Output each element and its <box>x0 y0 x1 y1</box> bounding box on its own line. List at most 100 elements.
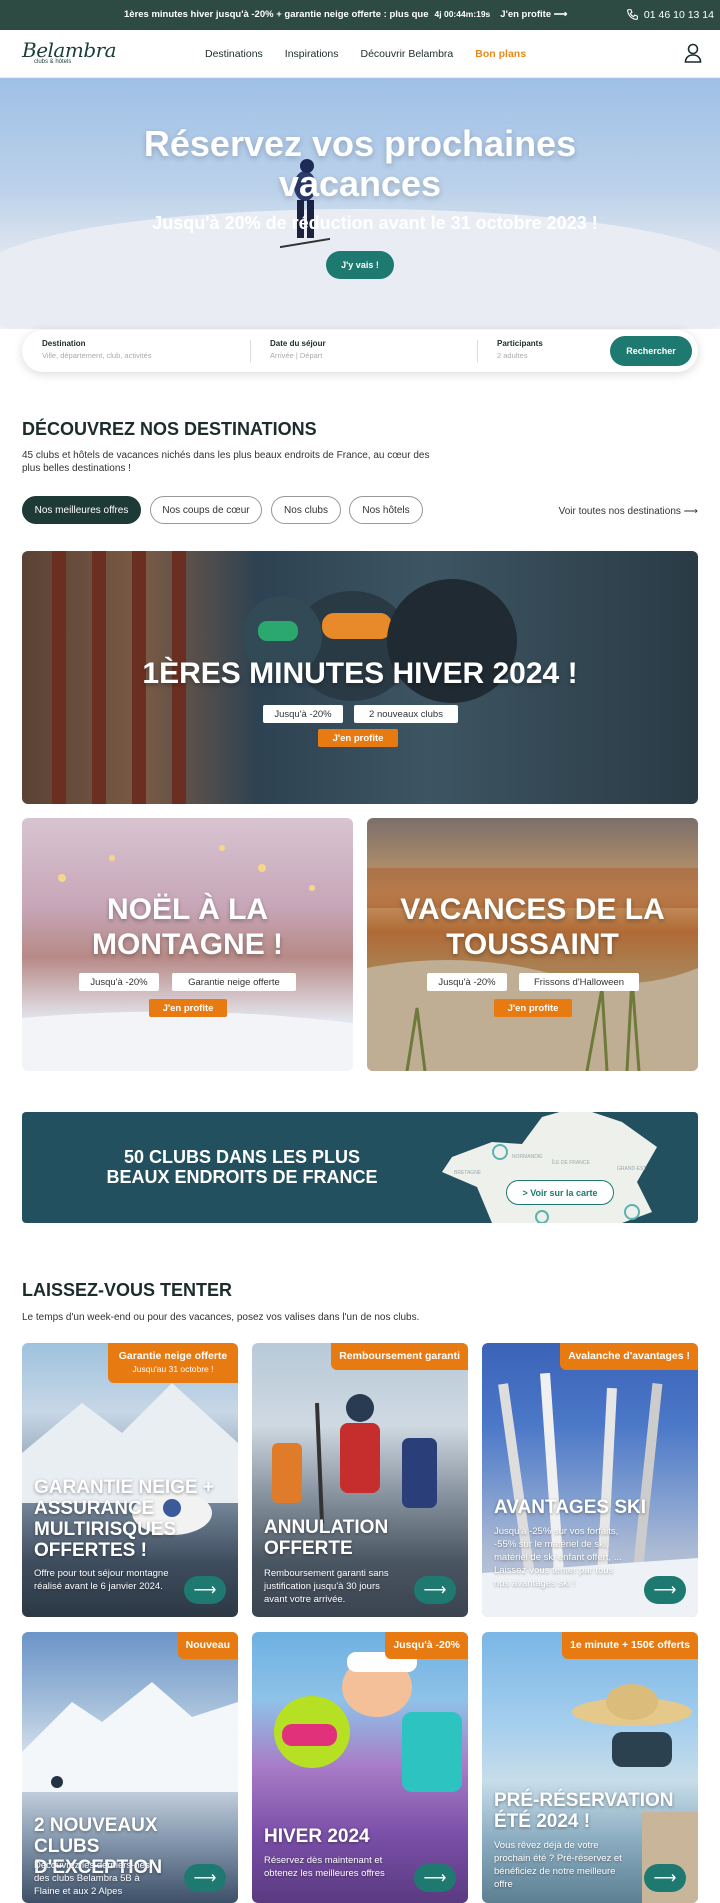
offer-title: GARANTIE NEIGE + ASSURANCE MULTIRISQUES … <box>34 1477 214 1561</box>
nav-destinations[interactable]: Destinations <box>205 48 263 60</box>
offer-description: Offre pour tout séjour montagne réalisé … <box>34 1568 169 1592</box>
offer-card-winter-2024[interactable]: Jusqu'à -20% HIVER 2024 Réservez dès mai… <box>252 1632 468 1903</box>
arrow-right-icon[interactable]: ⟶ <box>644 1864 686 1892</box>
offer-description: Remboursement garanti sans justification… <box>264 1568 389 1605</box>
offer-badge-text: Remboursement garanti <box>339 1350 460 1362</box>
map-region-normandie: NORMANDIE <box>512 1154 543 1160</box>
account-button[interactable] <box>684 43 702 68</box>
participants-label: Participants <box>497 339 543 348</box>
brand-logo[interactable]: Belambra clubs & hôtels <box>22 38 117 65</box>
map-region-idf: ÎLE DE FRANCE <box>551 1159 590 1166</box>
promo-card-winter[interactable]: 1ÈRES MINUTES HIVER 2024 ! Jusqu'à -20% … <box>22 551 698 804</box>
filter-best-offers[interactable]: Nos meilleures offres <box>22 496 141 524</box>
nav-discover[interactable]: Découvrir Belambra <box>360 48 453 60</box>
hero-title: Réservez vos prochaines vacances <box>143 123 577 204</box>
see-all-destinations-link[interactable]: Voir toutes nos destinations ⟶ <box>559 506 698 517</box>
offer-description: Découvrez les derniers-nés des clubs Bel… <box>34 1860 150 1897</box>
card-toussaint-title: VACANCES DE LA TOUSSAINT <box>400 893 665 961</box>
tempt-title: LAISSEZ-VOUS TENTER <box>22 1280 233 1300</box>
card-winter-cta[interactable]: J'en profite <box>318 729 398 747</box>
arrow-right-icon[interactable]: ⟶ <box>184 1576 226 1604</box>
offer-badge-text: 1e minute + 150€ offerts <box>570 1639 690 1651</box>
main-nav: Destinations Inspirations Découvrir Bela… <box>205 48 526 60</box>
offer-card-cancellation[interactable]: Remboursement garanti ANNULATION OFFERTE… <box>252 1343 468 1617</box>
card-toussaint-cta[interactable]: J'en profite <box>494 999 572 1017</box>
promo-text: 1ères minutes hiver jusqu'à -20% + garan… <box>124 9 567 20</box>
hero-banner: Réservez vos prochaines vacances Jusqu'à… <box>0 78 720 329</box>
tempt-subtitle: Le temps d'un week-end ou pour des vacan… <box>22 1312 420 1323</box>
view-map-button[interactable]: > Voir sur la carte <box>506 1180 614 1205</box>
map-banner-title: 50 CLUBS DANS LES PLUS BEAUX ENDROITS DE… <box>106 1147 378 1187</box>
offer-description: Réservez dès maintenant et obtenez les m… <box>264 1855 385 1879</box>
offer-badge: Nouveau <box>177 1632 238 1659</box>
destination-field[interactable]: Destination Ville, département, club, ac… <box>42 339 242 360</box>
arrow-right-icon[interactable]: ⟶ <box>644 1576 686 1604</box>
card-toussaint-tag-halloween: Frissons d'Halloween <box>519 973 639 991</box>
destinations-title: DÉCOUVREZ NOS DESTINATIONS <box>22 419 317 439</box>
offer-badge-text: Garantie neige offerte <box>118 1350 228 1362</box>
destination-placeholder: Ville, département, club, activités <box>42 351 152 360</box>
arrow-right-icon[interactable]: ⟶ <box>414 1576 456 1604</box>
offer-badge-text: Avalanche d'avantages ! <box>568 1350 690 1362</box>
offer-badge: Garantie neige offerte Jusqu'au 31 octobr… <box>108 1343 238 1383</box>
destinations-subtitle: 45 clubs et hôtels de vacances nichés da… <box>22 450 430 474</box>
main-header: Belambra clubs & hôtels Destinations Ins… <box>0 30 720 78</box>
card-toussaint-tag-discount: Jusqu'à -20% <box>427 973 507 991</box>
filter-hotels[interactable]: Nos hôtels <box>349 496 423 524</box>
hero-subtitle: Jusqu'à 20% de réduction avant le 31 oct… <box>152 213 598 233</box>
user-icon <box>684 43 702 63</box>
phone-link[interactable]: 01 46 10 13 14 <box>626 8 714 21</box>
hero-cta-button[interactable]: J'y vais ! <box>326 251 394 279</box>
destination-label: Destination <box>42 339 86 348</box>
search-button[interactable]: Rechercher <box>610 336 692 366</box>
card-christmas-title: NOËL À LA MONTAGNE ! <box>91 893 284 961</box>
offer-title: PRÉ-RÉSERVATION ÉTÉ 2024 ! <box>494 1790 674 1832</box>
countdown-timer: 4j 00:44m:19s <box>434 9 491 19</box>
offer-card-ski-perks[interactable]: Avalanche d'avantages ! AVANTAGES SKI Ju… <box>482 1343 698 1617</box>
date-placeholder: Arrivée | Départ <box>270 351 323 360</box>
phone-icon <box>627 9 638 20</box>
offer-card-new-clubs[interactable]: Nouveau 2 NOUVEAUX CLUBS D'EXCEPTION Déc… <box>22 1632 238 1903</box>
offer-description: Vous rêvez déjà de votre prochain été ? … <box>494 1840 622 1890</box>
filter-clubs[interactable]: Nos clubs <box>271 496 341 524</box>
promo-card-christmas[interactable]: NOËL À LA MONTAGNE ! Jusqu'à -20% Garant… <box>22 818 353 1071</box>
offer-title: HIVER 2024 <box>264 1826 370 1847</box>
participants-field[interactable]: Participants 2 adultes <box>497 339 597 360</box>
promo-message: 1ères minutes hiver jusqu'à -20% + garan… <box>124 9 429 20</box>
offer-badge-text: Nouveau <box>185 1639 230 1651</box>
offer-card-summer-2024[interactable]: 1e minute + 150€ offerts PRÉ-RÉSERVATION… <box>482 1632 698 1903</box>
offer-badge-subtext: Jusqu'au 31 octobre ! <box>132 1364 214 1374</box>
card-winter-tag-clubs: 2 nouveaux clubs <box>354 705 458 723</box>
map-region-bretagne: BRETAGNE <box>454 1170 482 1176</box>
participants-value: 2 adultes <box>497 351 528 360</box>
divider <box>250 340 251 362</box>
arrow-right-icon[interactable]: ⟶ <box>184 1864 226 1892</box>
arrow-right-icon[interactable]: ⟶ <box>414 1864 456 1892</box>
nav-inspirations[interactable]: Inspirations <box>285 48 339 60</box>
promo-bar: 1ères minutes hiver jusqu'à -20% + garan… <box>0 0 720 30</box>
offer-badge: Jusqu'à -20% <box>385 1632 468 1659</box>
card-winter-title: 1ÈRES MINUTES HIVER 2024 ! <box>142 657 578 690</box>
nav-deals[interactable]: Bon plans <box>475 48 526 60</box>
offer-title: ANNULATION OFFERTE <box>264 1517 389 1559</box>
filter-favorites[interactable]: Nos coups de cœur <box>150 496 262 524</box>
date-field[interactable]: Date du séjour Arrivée | Départ <box>270 339 470 360</box>
offer-card-snow-guarantee[interactable]: Garantie neige offerte Jusqu'au 31 octobr… <box>22 1343 238 1617</box>
offer-badge: Remboursement garanti <box>331 1343 468 1370</box>
promo-link[interactable]: J'en profite ⟶ <box>500 9 567 20</box>
promo-link-label: J'en profite <box>500 9 552 20</box>
promo-card-toussaint[interactable]: VACANCES DE LA TOUSSAINT Jusqu'à -20% Fr… <box>367 818 698 1071</box>
offer-badge: 1e minute + 150€ offerts <box>562 1632 698 1659</box>
divider <box>477 340 478 362</box>
search-bar: Destination Ville, département, club, ac… <box>22 330 698 372</box>
offer-title: AVANTAGES SKI <box>494 1497 647 1518</box>
map-banner: NORMANDIE ÎLE DE FRANCE GRAND-EST BRETAG… <box>22 1112 698 1223</box>
offer-badge-text: Jusqu'à -20% <box>393 1639 460 1651</box>
phone-number: 01 46 10 13 14 <box>643 8 714 21</box>
date-label: Date du séjour <box>270 339 326 348</box>
map-region-grand-est: GRAND-EST <box>617 1166 646 1172</box>
card-christmas-cta[interactable]: J'en profite <box>149 999 227 1017</box>
card-christmas-tag-discount: Jusqu'à -20% <box>79 973 159 991</box>
offer-badge: Avalanche d'avantages ! <box>560 1343 698 1370</box>
arrow-right-icon: ⟶ <box>553 9 568 20</box>
